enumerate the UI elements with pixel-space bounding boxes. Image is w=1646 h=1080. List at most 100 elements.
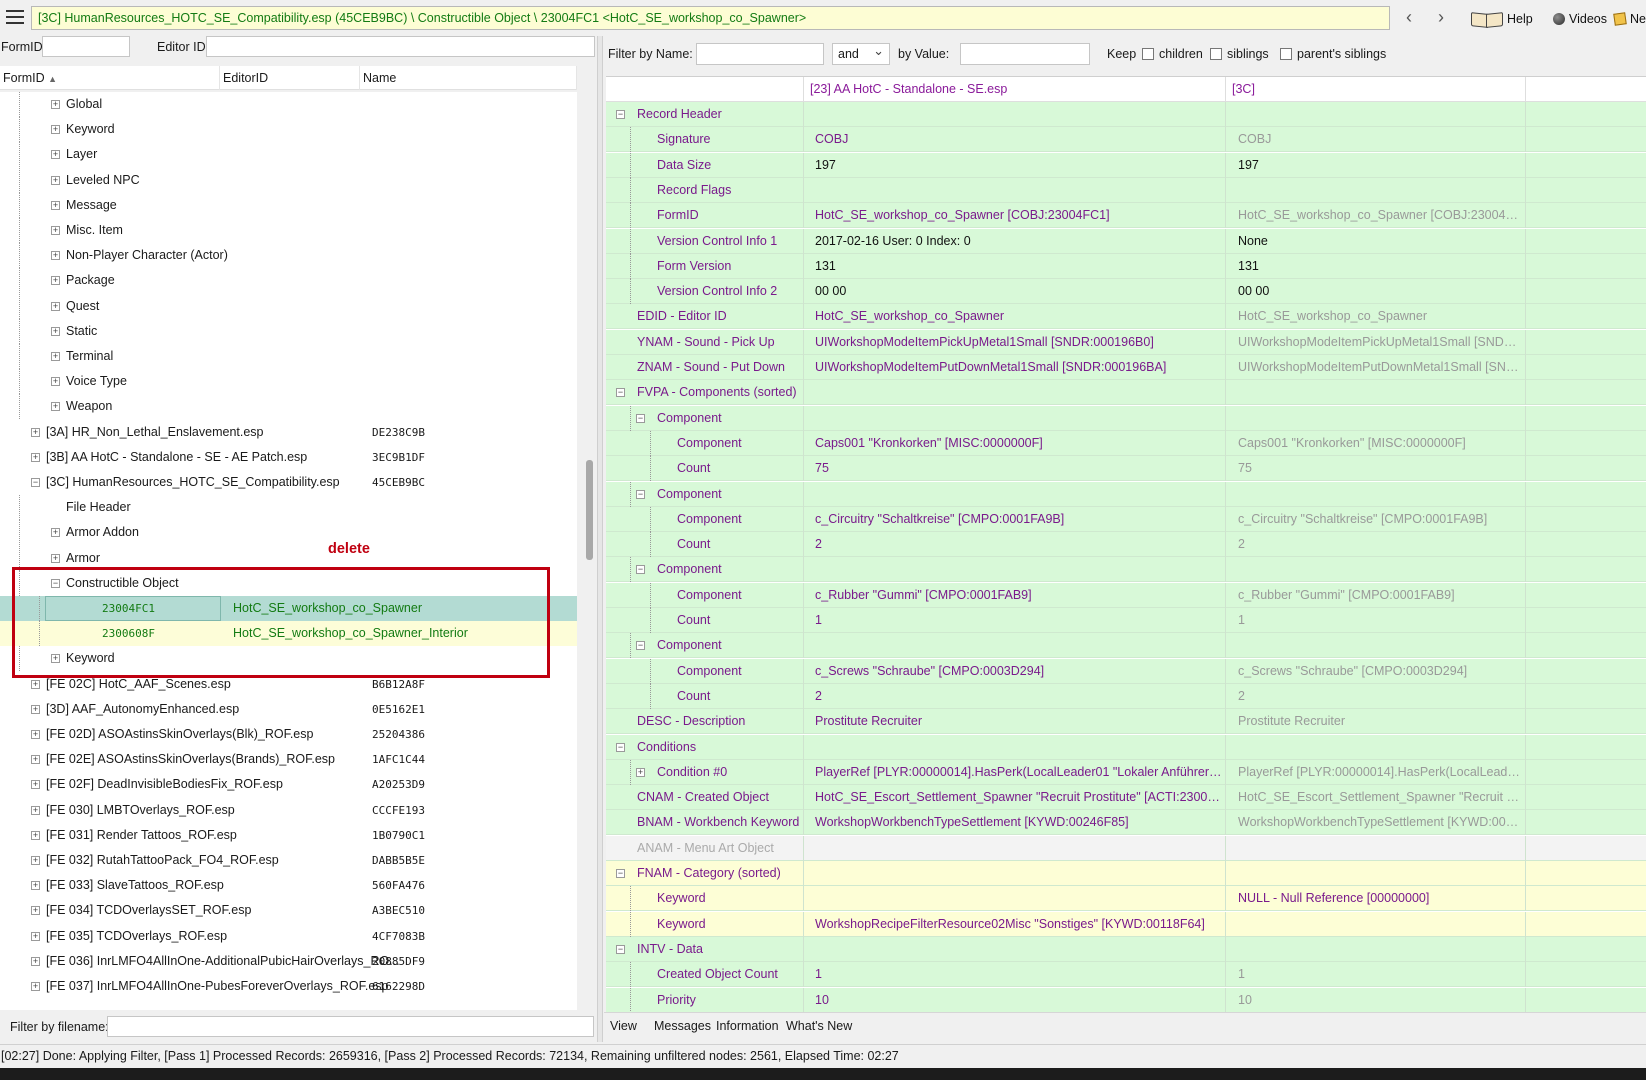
master-value-cell[interactable] [804,861,1226,886]
tab-whats-new[interactable]: What's New [780,1019,858,1033]
expand-icon[interactable]: + [51,553,60,563]
override-value-cell[interactable] [1226,380,1526,406]
expand-icon[interactable]: + [51,251,60,261]
record-path-field[interactable]: [3C] HumanResources_HOTC_SE_Compatibilit… [31,6,1390,30]
tree-row[interactable]: + [FE 032] RutahTattooPack_FO4_ROF.esp DAB… [0,848,577,873]
news-button[interactable]: Ne [1613,9,1646,29]
keep-siblings-checkbox[interactable] [1210,48,1222,60]
master-value-cell[interactable] [804,481,1226,507]
by-value-input[interactable] [960,43,1090,65]
expand-icon[interactable]: + [31,805,40,815]
tree-scrollbar-thumb[interactable] [586,460,593,560]
master-value-cell[interactable]: 10 [804,987,1226,1012]
master-value-cell[interactable]: HotC_SE_workshop_co_Spawner [COBJ:23004F… [804,203,1226,229]
expand-icon[interactable]: + [31,931,40,941]
override-value-cell[interactable] [1226,102,1526,127]
tree-row[interactable]: + Package [0,268,577,294]
override-value-cell[interactable]: UIWorkshopModeItemPickUpMetal1Small [SND… [1226,329,1526,355]
tree-row[interactable]: + Armor Addon [0,520,577,546]
override-value-cell[interactable] [1226,177,1526,203]
master-value-cell[interactable] [804,405,1226,431]
master-value-cell[interactable] [804,835,1226,861]
tree-row[interactable]: + [FE 035] TCDOverlays_ROF.esp 4CF7083B [0,924,577,949]
record-field-row[interactable]: ZNAM - Sound - Put Down UIWorkshopModeIte… [606,355,1646,380]
header-override-file[interactable]: [3C] HumanResources_HOTC_SE_Compatibilit… [1226,77,1526,121]
master-value-cell[interactable] [804,177,1226,203]
expand-icon[interactable]: + [31,906,40,916]
record-field-row[interactable]: − Conditions [606,734,1646,760]
override-value-cell[interactable] [1226,734,1526,760]
record-field-row[interactable]: − FVPA - Components (sorted) [606,380,1646,406]
pane-splitter[interactable] [597,36,603,1042]
record-field-row[interactable]: − INTV - Data [606,936,1646,962]
override-value-cell[interactable]: 197 [1226,152,1526,178]
record-field-row[interactable]: BNAM - Workbench Keyword WorkshopWorkbenc… [606,810,1646,836]
tab-view[interactable]: View [604,1019,643,1033]
tree-row[interactable]: + [FE 02D] ASOAstinsSkinOverlays(Blk)_ROF… [0,722,577,747]
tree-row[interactable]: + [FE 033] SlaveTattoos_ROF.esp 560FA476 [0,873,577,898]
master-value-cell[interactable]: 75 [804,456,1226,482]
master-value-cell[interactable] [804,633,1226,659]
hamburger-menu-icon[interactable] [6,10,24,24]
keep-parents-siblings-checkbox[interactable] [1280,48,1292,60]
tree-row[interactable]: + Keyword [0,117,577,143]
master-value-cell[interactable]: COBJ [804,127,1226,153]
formid-input[interactable] [42,36,130,57]
tree-row[interactable]: + [3B] AA HotC - Standalone - SE - AE Pat… [0,445,577,470]
override-value-cell[interactable]: c_Screws "Schraube" [CMPO:0003D294] [1226,658,1526,684]
override-value-cell[interactable]: 2 [1226,683,1526,709]
override-value-cell[interactable] [1226,481,1526,507]
override-value-cell[interactable]: Caps001 "Kronkorken" [MISC:0000000F] [1226,430,1526,456]
expand-icon[interactable]: + [31,881,40,891]
master-value-cell[interactable] [804,734,1226,760]
expand-icon[interactable]: + [31,730,40,739]
override-value-cell[interactable]: UIWorkshopModeItemPutDownMetal1Small [SN… [1226,355,1526,380]
master-value-cell[interactable]: UIWorkshopModeItemPutDownMetal1Small [SN… [804,355,1226,380]
record-field-row[interactable]: Form Version 131 131 [606,253,1646,279]
record-field-row[interactable]: − Component [606,481,1646,507]
tree-row[interactable]: + [FE 034] TCDOverlaysSET_ROF.esp A3BEC510 [0,898,577,923]
override-value-cell[interactable]: c_Rubber "Gummi" [CMPO:0001FAB9] [1226,582,1526,608]
collapse-icon[interactable]: − [616,388,625,398]
master-value-cell[interactable]: 197 [804,152,1226,178]
expand-icon[interactable]: + [636,767,645,777]
override-value-cell[interactable] [1226,405,1526,431]
override-value-cell[interactable]: 1 [1226,608,1526,633]
expand-icon[interactable]: + [51,200,60,210]
tree-row[interactable]: + Weapon [0,394,577,420]
record-field-row[interactable]: Version Control Info 1 2017-02-16 User: 0… [606,228,1646,254]
record-field-row[interactable]: Count 1 1 [606,608,1646,633]
master-value-cell[interactable]: HotC_SE_Escort_Settlement_Spawner "Recru… [804,785,1226,811]
record-field-row[interactable]: YNAM - Sound - Pick Up UIWorkshopModeItem… [606,329,1646,355]
expand-icon[interactable]: + [51,402,60,412]
forward-button[interactable]: › [1427,6,1455,30]
expand-icon[interactable]: + [31,856,40,865]
expand-icon[interactable]: + [51,226,60,235]
expand-icon[interactable]: + [51,301,60,311]
expand-icon[interactable]: + [31,780,40,790]
editorid-input[interactable] [206,36,595,57]
override-value-cell[interactable]: 2 [1226,532,1526,558]
expand-icon[interactable]: + [51,326,60,336]
master-value-cell[interactable]: c_Screws "Schraube" [CMPO:0003D294] [804,658,1226,684]
tree-row[interactable]: + Terminal [0,344,577,369]
override-value-cell[interactable] [1226,557,1526,583]
master-value-cell[interactable]: Prostitute Recruiter [804,709,1226,735]
expand-icon[interactable]: + [51,175,60,185]
record-field-row[interactable]: EDID - Editor ID HotC_SE_workshop_co_Spaw… [606,304,1646,330]
tree-row[interactable]: + Misc. Item [0,218,577,243]
expand-icon[interactable]: + [51,276,60,286]
master-value-cell[interactable] [804,557,1226,583]
expand-icon[interactable]: + [51,377,60,387]
expand-icon[interactable]: + [31,452,40,462]
record-field-row[interactable]: Keyword WorkshopRecipeFilterResource02Mis… [606,911,1646,937]
override-value-cell[interactable]: NULL - Null Reference [00000000] [1226,886,1526,912]
record-field-row[interactable]: Component c_Screws "Schraube" [CMPO:0003D… [606,658,1646,684]
record-field-row[interactable]: Component c_Rubber "Gummi" [CMPO:0001FAB9… [606,582,1646,608]
master-value-cell[interactable]: Caps001 "Kronkorken" [MISC:0000000F] [804,430,1226,456]
expand-icon[interactable]: + [51,352,60,361]
record-field-row[interactable]: − Component [606,633,1646,659]
record-field-row[interactable]: − FNAM - Category (sorted) [606,861,1646,886]
tree-row[interactable]: + [FE 036] InrLMFO4AllInOne-AdditionalPub… [0,949,577,974]
tree-row[interactable]: + Static [0,318,577,344]
